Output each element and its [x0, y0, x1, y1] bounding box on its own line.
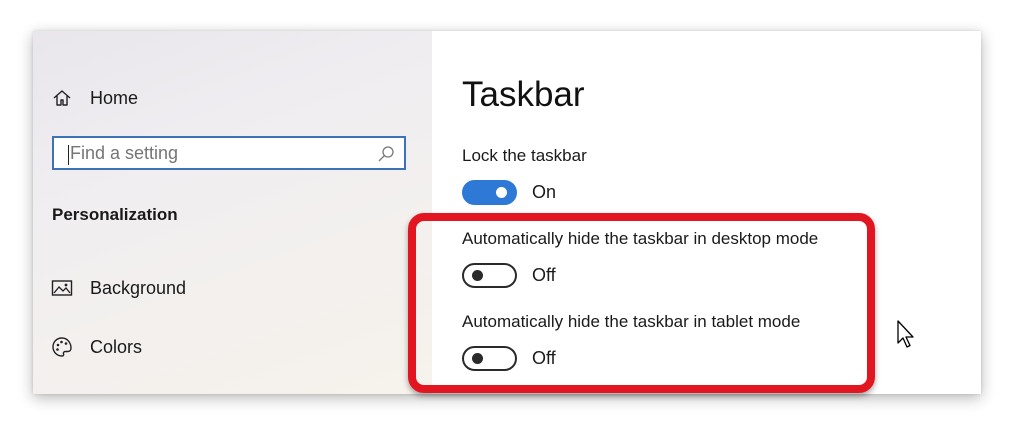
search-input[interactable] [54, 138, 404, 168]
home-icon [51, 87, 73, 109]
toggle-knob [496, 187, 507, 198]
toggle-state-label: On [532, 182, 557, 202]
search-icon[interactable] [376, 144, 396, 164]
sidebar-item-label: Home [90, 87, 139, 108]
setting-label-lock-taskbar: Lock the taskbar [462, 146, 587, 165]
sidebar: Home Personalization Background Colors [33, 31, 432, 394]
palette-icon [51, 336, 73, 358]
search-box[interactable] [52, 136, 406, 170]
sidebar-item-label: Colors [90, 336, 143, 357]
sidebar-item-label: Background [90, 277, 187, 298]
sidebar-item-colors[interactable]: Colors [51, 336, 142, 358]
highlight-box [408, 213, 875, 393]
lock-taskbar-toggle[interactable] [462, 180, 517, 205]
image-icon [51, 277, 73, 299]
section-heading: Personalization [52, 205, 178, 224]
sidebar-item-home[interactable]: Home [51, 87, 138, 109]
sidebar-item-background[interactable]: Background [51, 277, 186, 299]
page-title: Taskbar [462, 75, 585, 114]
mouse-cursor-icon [897, 320, 917, 350]
